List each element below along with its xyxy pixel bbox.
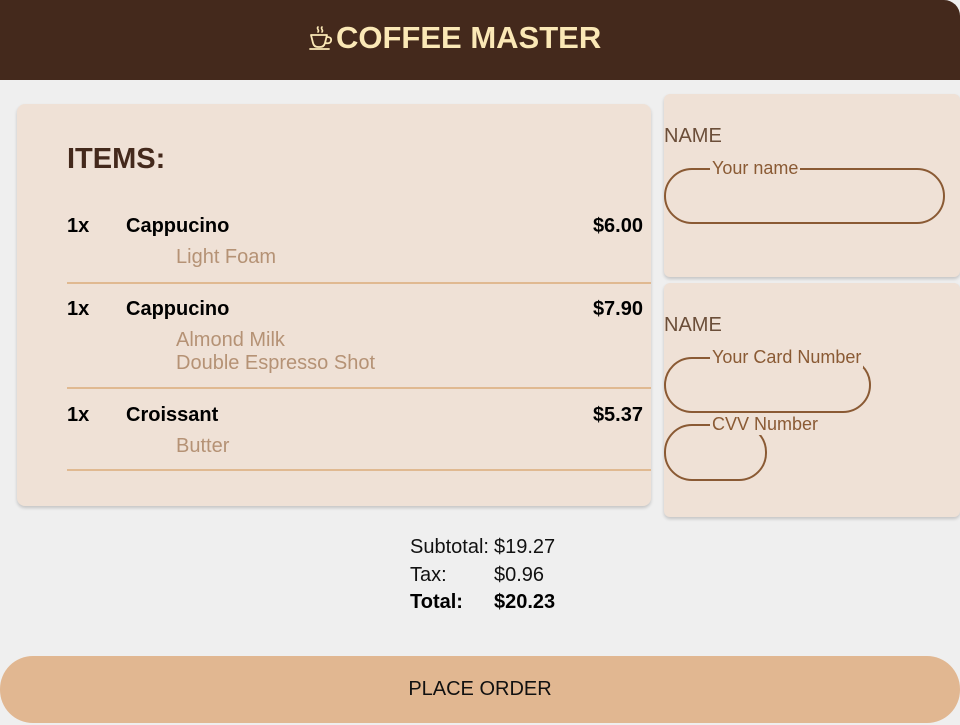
app-header: COFFEE MASTER <box>0 0 960 80</box>
name-form-card: NAME Your name <box>664 94 960 277</box>
item-modifier: Almond Milk <box>176 329 285 351</box>
tax-label: Tax: <box>410 563 447 586</box>
item-modifiers: Light Foam <box>176 246 276 269</box>
total-value: $20.23 <box>494 591 556 613</box>
payment-section-label: NAME <box>664 314 722 336</box>
tax-value: $0.96 <box>494 563 545 586</box>
coffee-cup-icon <box>309 26 333 50</box>
item-modifiers: Almond Milk Double Espresso Shot <box>176 329 375 375</box>
logo: COFFEE MASTER <box>308 20 601 56</box>
card-number-label: Your Card Number <box>710 346 864 368</box>
item-price: $6.00 <box>592 215 643 237</box>
name-field-label: Your name <box>710 157 801 179</box>
item-name: Cappucino <box>126 298 230 320</box>
item-price: $5.37 <box>592 404 643 426</box>
place-order-button[interactable]: PLACE ORDER <box>0 656 960 723</box>
payment-form-card: NAME Your Card Number CVV Number <box>664 283 960 517</box>
items-heading: ITEMS: <box>67 143 166 175</box>
subtotal-row: Subtotal: $19.27 <box>410 535 610 563</box>
subtotal-label: Subtotal: <box>410 536 489 558</box>
tax-row: Tax: $0.96 <box>410 563 610 591</box>
name-section-label: NAME <box>664 125 722 147</box>
item-name: Cappucino <box>126 215 230 237</box>
app-title: COFFEE MASTER <box>336 20 602 55</box>
item-price: $7.90 <box>592 298 643 320</box>
name-field[interactable]: Your name <box>664 157 945 224</box>
total-label: Total: <box>410 591 463 613</box>
item-modifier: Light Foam <box>176 246 277 268</box>
item-qty: 1x <box>67 298 90 320</box>
cvv-label: CVV Number <box>710 413 821 435</box>
order-totals: Subtotal: $19.27 Tax: $0.96 Total: $20.2… <box>410 535 610 618</box>
order-item: 1x Croissant $5.37 Butter <box>67 395 651 471</box>
order-items-card: ITEMS: 1x Cappucino $6.00 Light Foam 1x … <box>17 104 651 506</box>
item-modifier: Butter <box>176 435 230 457</box>
cvv-field[interactable]: CVV Number <box>664 413 821 481</box>
item-name: Croissant <box>126 404 219 426</box>
order-item: 1x Cappucino $7.90 Almond Milk Double Es… <box>67 289 651 389</box>
subtotal-value: $19.27 <box>494 536 556 558</box>
total-row: Total: $20.23 <box>410 590 610 618</box>
card-number-field[interactable]: Your Card Number <box>664 346 871 413</box>
item-qty: 1x <box>67 404 90 426</box>
item-qty: 1x <box>67 215 90 237</box>
order-item: 1x Cappucino $6.00 Light Foam <box>67 206 651 284</box>
item-modifiers: Butter <box>176 435 229 458</box>
item-modifier: Double Espresso Shot <box>176 352 376 374</box>
